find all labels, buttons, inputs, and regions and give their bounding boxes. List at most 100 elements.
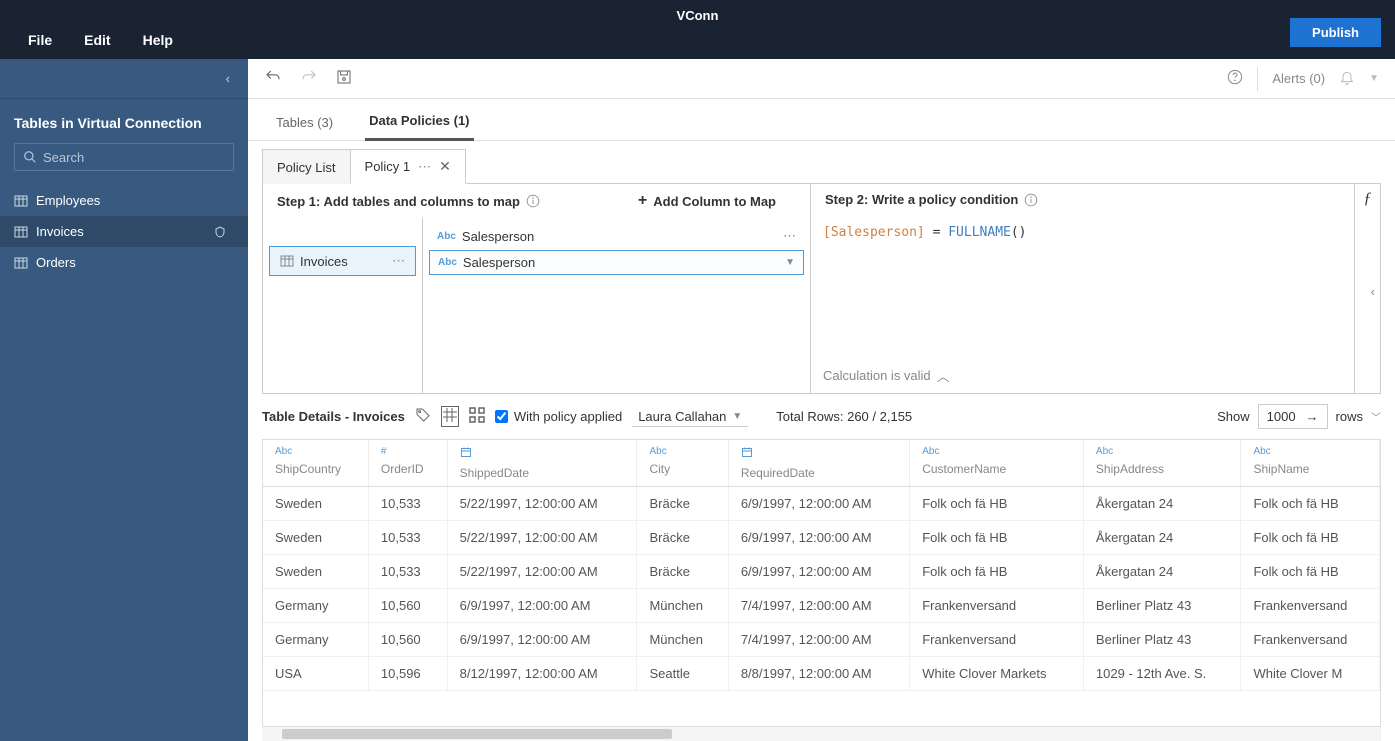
table-cell: Åkergatan 24 [1083, 487, 1241, 521]
function-panel-toggle[interactable]: ƒ [1354, 184, 1380, 393]
abc-type-icon: Abc [438, 257, 457, 268]
table-cell: Bräcke [637, 555, 728, 589]
table-cell: Frankenversand [1241, 623, 1380, 657]
tag-icon[interactable] [415, 407, 431, 426]
column-header[interactable]: AbcShipAddress [1083, 440, 1241, 487]
step1-header: Step 1: Add tables and columns to map [277, 194, 520, 209]
table-icon [14, 226, 28, 238]
table-cell: 10,533 [368, 555, 447, 589]
chevron-up-icon: ︿ [937, 366, 950, 385]
column-header[interactable]: AbcShipName [1241, 440, 1380, 487]
more-icon[interactable]: ⋯ [392, 253, 405, 269]
table-cell: Folk och fä HB [1241, 487, 1380, 521]
policy-tab-list[interactable]: Policy List [262, 149, 350, 184]
undo-icon[interactable] [264, 68, 282, 89]
help-icon[interactable] [1227, 69, 1243, 88]
dropdown-caret-icon[interactable]: ▼ [1369, 73, 1379, 84]
table-row[interactable]: Germany10,5606/9/1997, 12:00:00 AMMünche… [263, 589, 1380, 623]
column-header[interactable]: AbcShipCountry [263, 440, 368, 487]
table-cell: Sweden [263, 555, 368, 589]
toolbar: Alerts (0) ▼ [248, 59, 1395, 99]
table-cell: 5/22/1997, 12:00:00 AM [447, 487, 637, 521]
column-header[interactable]: RequiredDate [728, 440, 909, 487]
policy-tab-policy1[interactable]: Policy 1 ⋯ ✕ [350, 149, 466, 184]
grid-icon[interactable] [441, 406, 459, 427]
table-details-title: Table Details - Invoices [262, 409, 405, 424]
table-cell: Frankenversand [1241, 589, 1380, 623]
tab-data-policies[interactable]: Data Policies (1) [365, 103, 473, 141]
table-item-invoices[interactable]: Invoices [0, 216, 248, 247]
table-cell: Berliner Platz 43 [1083, 623, 1241, 657]
menu-help[interactable]: Help [143, 32, 173, 48]
table-item-employees[interactable]: Employees [0, 185, 248, 216]
table-cell: Folk och fä HB [910, 521, 1084, 555]
collapse-panel-icon[interactable]: ‹ [1371, 284, 1375, 299]
arrow-right-icon[interactable]: → [1306, 409, 1319, 424]
close-icon[interactable]: ✕ [439, 158, 451, 175]
mapped-table-label: Invoices [300, 254, 348, 269]
policy-tab-more-icon[interactable]: ⋯ [418, 159, 431, 175]
table-cell: Berliner Platz 43 [1083, 589, 1241, 623]
rows-label: rows [1336, 409, 1363, 424]
info-icon[interactable] [526, 194, 540, 208]
table-cell: Sweden [263, 487, 368, 521]
table-cell: 10,533 [368, 487, 447, 521]
table-cell: 10,596 [368, 657, 447, 691]
scrollbar-thumb[interactable] [282, 729, 672, 739]
more-icon[interactable]: ⋯ [783, 228, 796, 244]
table-cell: München [637, 623, 728, 657]
chevron-down-icon[interactable]: ﹀ [1371, 409, 1381, 424]
column-header[interactable]: AbcCustomerName [910, 440, 1084, 487]
data-table[interactable]: AbcShipCountry#OrderIDShippedDateAbcCity… [262, 439, 1381, 727]
table-row[interactable]: Germany10,5606/9/1997, 12:00:00 AMMünche… [263, 623, 1380, 657]
chevron-down-icon: ▼ [785, 257, 795, 268]
chevron-down-icon: ▼ [732, 411, 742, 422]
table-item-orders[interactable]: Orders [0, 247, 248, 278]
table-row[interactable]: Sweden10,5335/22/1997, 12:00:00 AMBräcke… [263, 521, 1380, 555]
add-column-button[interactable]: + Add Column to Map [638, 192, 796, 210]
table-row[interactable]: USA10,5968/12/1997, 12:00:00 AMSeattle8/… [263, 657, 1380, 691]
column-header[interactable]: ShippedDate [447, 440, 637, 487]
search-box[interactable] [14, 143, 234, 171]
bell-icon[interactable] [1339, 69, 1355, 88]
table-icon [14, 195, 28, 207]
rows-count-value: 1000 [1267, 409, 1296, 424]
table-cell: 10,560 [368, 589, 447, 623]
rows-count-input[interactable]: 1000 → [1258, 404, 1328, 429]
calc-status[interactable]: Calculation is valid ︿ [811, 358, 1354, 393]
alerts-label[interactable]: Alerts (0) [1272, 71, 1325, 86]
collapse-sidebar-icon[interactable]: ‹ [226, 71, 230, 86]
mapped-table-invoices[interactable]: Invoices ⋯ [269, 246, 416, 276]
table-row[interactable]: Sweden10,5335/22/1997, 12:00:00 AMBräcke… [263, 555, 1380, 589]
with-policy-label: With policy applied [514, 409, 622, 424]
column-header-label: Salesperson [462, 229, 534, 244]
preview-user-select[interactable]: Laura Callahan ▼ [632, 407, 748, 427]
with-policy-checkbox-input[interactable] [495, 410, 508, 423]
column-header[interactable]: AbcCity [637, 440, 728, 487]
table-cell: Folk och fä HB [910, 555, 1084, 589]
menu-file[interactable]: File [28, 32, 52, 48]
table-label: Employees [36, 193, 100, 208]
save-icon[interactable] [336, 69, 352, 88]
table-label: Orders [36, 255, 76, 270]
redo-icon[interactable] [300, 68, 318, 89]
table-cell: Folk och fä HB [910, 487, 1084, 521]
tab-tables[interactable]: Tables (3) [272, 105, 337, 140]
table-row[interactable]: Sweden10,5335/22/1997, 12:00:00 AMBräcke… [263, 487, 1380, 521]
formula-function-token: FULLNAME [948, 225, 1011, 240]
column-dropdown[interactable]: Abc Salesperson ▼ [429, 250, 804, 275]
search-input[interactable] [43, 150, 225, 165]
info-icon[interactable] [1024, 193, 1038, 207]
table-cell: 6/9/1997, 12:00:00 AM [728, 487, 909, 521]
horizontal-scrollbar[interactable] [262, 727, 1381, 741]
shield-icon [214, 225, 226, 239]
with-policy-checkbox[interactable]: With policy applied [495, 409, 622, 424]
publish-button[interactable]: Publish [1290, 18, 1381, 47]
table-cell: München [637, 589, 728, 623]
menu-edit[interactable]: Edit [84, 32, 110, 48]
column-header[interactable]: #OrderID [368, 440, 447, 487]
table-cell: White Clover M [1241, 657, 1380, 691]
formula-editor[interactable]: [Salesperson] = FULLNAME() [811, 215, 1354, 358]
table-cell: Åkergatan 24 [1083, 555, 1241, 589]
tiles-icon[interactable] [469, 407, 485, 426]
